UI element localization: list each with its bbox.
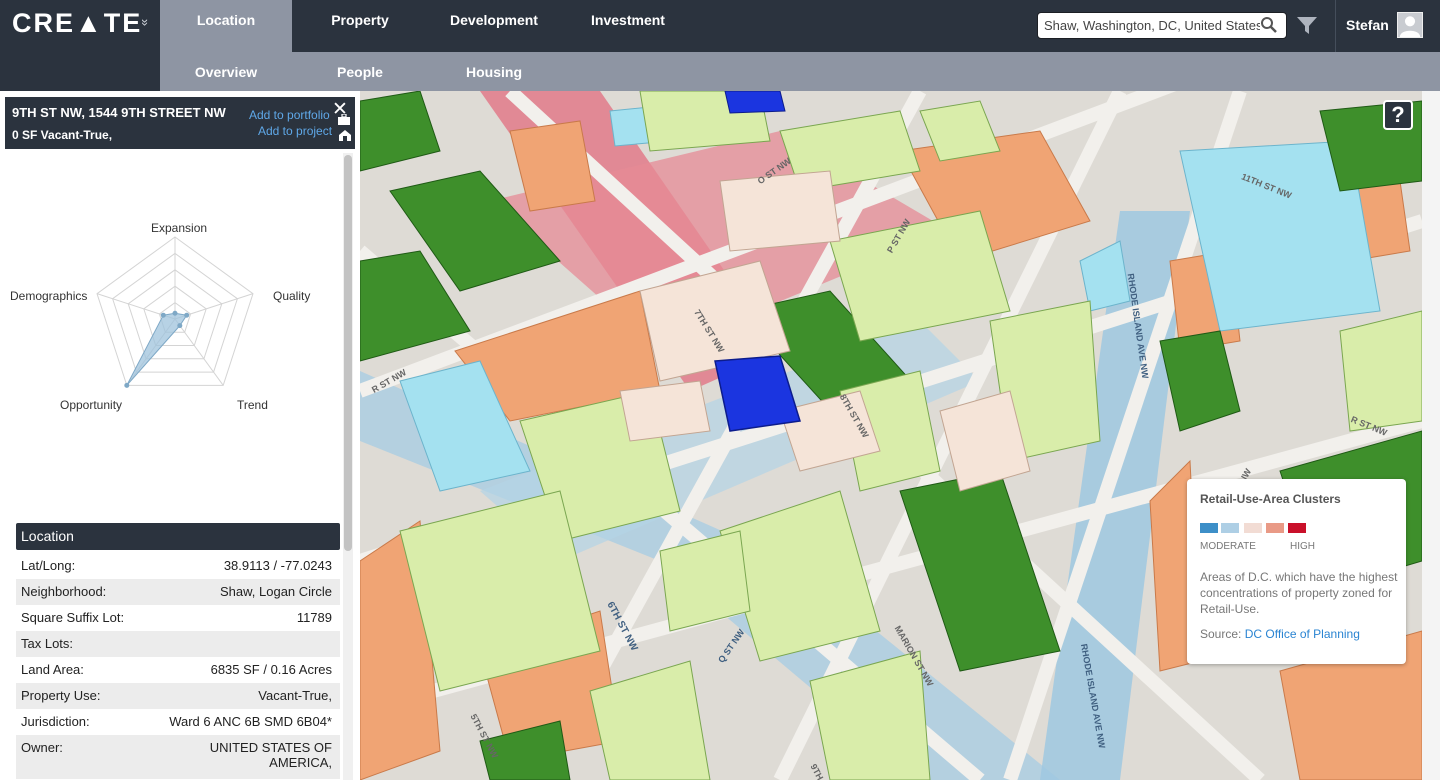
tab-investment[interactable]: Investment: [560, 0, 696, 52]
tab-development[interactable]: Development: [428, 0, 560, 52]
row-key: Jurisdiction:: [21, 714, 90, 729]
user-silhouette-icon: [1399, 16, 1421, 37]
legend-swatch: [1266, 523, 1284, 533]
row-key: Square Suffix Lot:: [21, 610, 125, 625]
search-icon[interactable]: [1260, 16, 1278, 34]
highlighted-building[interactable]: [724, 91, 786, 114]
radar-value-polygon: [126, 312, 188, 386]
add-to-project-link[interactable]: Add to project: [258, 124, 332, 138]
owner-line-2: AMERICA,: [269, 755, 332, 770]
table-row: Lat/Long: 38.9113 / -77.0243: [16, 553, 340, 579]
table-row: Owner: UNITED STATES OF AMERICA,: [16, 735, 340, 779]
briefcase-icon[interactable]: [338, 114, 350, 125]
radar-value-point: [177, 323, 183, 329]
table-row: Tax Lots:: [16, 631, 340, 657]
owner-line-1: UNITED STATES OF: [209, 740, 332, 755]
property-subtitle: 0 SF Vacant-True,: [12, 128, 113, 142]
location-search-input[interactable]: [1037, 12, 1287, 39]
app-menu-chevron-icon[interactable]: »: [138, 19, 153, 26]
panel-scrollbar-thumb[interactable]: [344, 155, 352, 551]
radar-value-point: [184, 312, 190, 318]
property-panel: 9TH ST NW, 1544 9TH STREET NW 0 SF Vacan…: [0, 91, 360, 780]
page-scrollbar[interactable]: [1422, 91, 1440, 780]
row-value: 38.9113 / -77.0243: [223, 558, 332, 573]
subtab-strip: Overview People Housing: [160, 52, 1440, 91]
property-title: 9TH ST NW, 1544 9TH STREET NW: [12, 105, 226, 120]
table-row: Square Suffix Lot: 11789: [16, 605, 340, 631]
row-key: Neighborhood:: [21, 584, 107, 599]
table-row: Jurisdiction: Ward 6 ANC 6B SMD 6B04*: [16, 709, 340, 735]
user-name[interactable]: Stefan: [1346, 17, 1389, 33]
row-key: Land Area:: [21, 662, 84, 677]
row-key: Tax Lots:: [21, 636, 74, 651]
radar-value-point: [160, 312, 166, 318]
row-key: Owner:: [21, 740, 63, 755]
add-to-portfolio-link[interactable]: Add to portfolio: [249, 108, 330, 122]
legend-source-label: Source:: [1200, 627, 1242, 641]
map-canvas[interactable]: [360, 91, 1422, 780]
radar-value-point: [172, 310, 178, 316]
table-row: Property Use: Vacant-True,: [16, 683, 340, 709]
row-value: 6835 SF / 0.16 Acres: [210, 662, 332, 677]
property-header: 9TH ST NW, 1544 9TH STREET NW 0 SF Vacan…: [5, 97, 355, 149]
radar-label-trend: Trend: [237, 398, 268, 412]
filter-icon[interactable]: [1296, 14, 1318, 36]
subtab-overview[interactable]: Overview: [160, 52, 292, 91]
avatar[interactable]: [1397, 12, 1423, 38]
header-divider: [1335, 0, 1336, 52]
table-row: Neighborhood: Shaw, Logan Circle: [16, 579, 340, 605]
row-value: Ward 6 ANC 6B SMD 6B04*: [169, 714, 332, 729]
row-value: Vacant-True,: [258, 688, 332, 703]
legend-moderate-label: MODERATE: [1200, 541, 1256, 552]
radar-label-expansion: Expansion: [151, 221, 208, 235]
legend-swatch: [1200, 523, 1218, 533]
table-row: Land Area: 6835 SF / 0.16 Acres: [16, 657, 340, 683]
location-section-header[interactable]: Location: [16, 523, 340, 550]
logo[interactable]: CRE▲TE: [12, 8, 142, 39]
map-view[interactable]: 7TH ST NW 6TH ST NW 5TH ST NW 8TH ST NW …: [360, 91, 1422, 780]
legend-swatch: [1288, 523, 1306, 533]
app-window: CRE▲TE » Location Property Development I…: [0, 0, 1440, 780]
radar-axis-line: [174, 318, 224, 386]
panel-scrollbar[interactable]: [343, 153, 353, 780]
legend-source: Source: DC Office of Planning: [1200, 627, 1360, 641]
radar-label-opportunity: Opportunity: [60, 398, 123, 412]
top-navbar: CRE▲TE » Location Property Development I…: [0, 0, 1440, 52]
legend-source-link[interactable]: DC Office of Planning: [1245, 627, 1360, 641]
location-score-radar: Expansion Quality Trend Opportunity Demo…: [0, 211, 340, 421]
legend-description: Areas of D.C. which have the highest con…: [1200, 570, 1398, 616]
radar-label-quality: Quality: [273, 289, 311, 303]
legend-scale: [1200, 523, 1308, 533]
tab-property[interactable]: Property: [292, 0, 428, 52]
building-icon[interactable]: [339, 130, 351, 141]
radar-chart: [96, 236, 254, 388]
location-table: Lat/Long: 38.9113 / -77.0243 Neighborhood…: [16, 553, 340, 779]
map-legend: Retail-Use-Area Clusters MODERATE HIGH A…: [1187, 479, 1406, 664]
row-value: 11789: [296, 610, 332, 625]
legend-swatch: [1221, 523, 1239, 533]
sub-navbar: Overview People Housing: [0, 52, 1440, 91]
subtab-housing[interactable]: Housing: [428, 52, 560, 91]
tab-location[interactable]: Location: [160, 0, 292, 52]
row-value: Shaw, Logan Circle: [219, 584, 332, 599]
row-value: UNITED STATES OF AMERICA,: [210, 740, 332, 770]
help-button[interactable]: ?: [1383, 100, 1413, 130]
radar-label-demographics: Demographics: [10, 289, 88, 303]
legend-high-label: HIGH: [1290, 541, 1315, 552]
row-key: Lat/Long:: [21, 558, 76, 573]
row-key: Property Use:: [21, 688, 101, 703]
subtab-people[interactable]: People: [292, 52, 428, 91]
legend-swatch: [1244, 523, 1262, 533]
radar-value-point: [124, 382, 130, 388]
legend-title: Retail-Use-Area Clusters: [1200, 492, 1341, 506]
